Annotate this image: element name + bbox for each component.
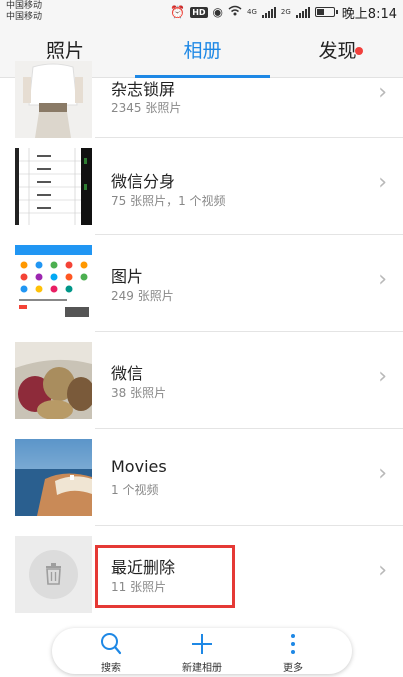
- album-title: 微信: [111, 364, 144, 383]
- album-item-movies[interactable]: Movies 1 个视频 ›: [0, 429, 403, 526]
- album-count: 75 张照片，1 个视频: [111, 194, 226, 208]
- network-type-1: 4G: [247, 8, 257, 16]
- signal-icon-2: [295, 6, 310, 18]
- album-title: 图片: [111, 267, 144, 286]
- more-vertical-icon: [291, 634, 295, 654]
- eye-icon: ◉: [212, 5, 224, 19]
- album-item-recently-deleted[interactable]: 最近删除 11 张照片 ›: [0, 526, 403, 623]
- status-bar: 中国移动 中国移动 ⏰ HD ◉ 4G 2G 晚上8:14: [0, 0, 403, 26]
- carrier-label-1: 中国移动: [6, 1, 43, 11]
- status-icons: ⏰ HD ◉ 4G 2G 晚上8:14: [170, 3, 397, 22]
- bottom-action-bar: 搜索 新建相册 更多: [52, 628, 352, 674]
- album-title: 杂志锁屏: [111, 80, 176, 99]
- more-button[interactable]: 更多: [258, 628, 328, 674]
- new-album-label: 新建相册: [182, 663, 222, 674]
- album-thumbnail: [15, 536, 92, 613]
- album-item-pictures[interactable]: 图片 249 张照片 ›: [0, 235, 403, 332]
- album-thumbnail: [15, 439, 92, 516]
- new-album-button[interactable]: 新建相册: [167, 628, 237, 674]
- album-count: 38 张照片: [111, 386, 167, 400]
- clock: 晚上8:14: [341, 6, 397, 22]
- battery-icon: [314, 7, 338, 17]
- album-list: 杂志锁屏 2345 张照片 › 微信分身 75 张照片，1 个视频 › 图片 2…: [0, 61, 403, 623]
- album-thumbnail: [15, 245, 92, 322]
- chevron-right-icon: ›: [378, 267, 387, 292]
- album-count: 2345 张照片: [111, 101, 182, 115]
- search-label: 搜索: [101, 663, 121, 674]
- network-type-2: 2G: [280, 8, 291, 16]
- album-count: 11 张照片: [111, 580, 167, 594]
- trash-icon: [29, 550, 78, 599]
- tab-discover[interactable]: 发现: [272, 26, 403, 78]
- notification-dot: [355, 47, 363, 55]
- wifi-icon: [228, 5, 242, 19]
- tab-albums[interactable]: 相册: [135, 26, 270, 78]
- album-count: 249 张照片: [111, 289, 174, 303]
- chevron-right-icon: ›: [378, 170, 387, 195]
- album-thumbnail: [15, 148, 92, 225]
- chevron-right-icon: ›: [378, 461, 387, 486]
- album-item-wechat[interactable]: 微信 38 张照片 ›: [0, 332, 403, 429]
- album-title: 微信分身: [111, 172, 176, 191]
- carrier-label-2: 中国移动: [6, 12, 43, 22]
- search-button[interactable]: 搜索: [76, 628, 146, 674]
- chevron-right-icon: ›: [378, 364, 387, 389]
- album-item-magazine[interactable]: 杂志锁屏 2345 张照片 ›: [0, 61, 403, 138]
- hd-badge: HD: [190, 6, 208, 18]
- chevron-right-icon: ›: [378, 80, 387, 105]
- signal-icon-1: [261, 6, 276, 18]
- plus-icon: [192, 634, 212, 654]
- album-thumbnail: [15, 342, 92, 419]
- alarm-icon: ⏰: [170, 5, 186, 19]
- search-icon: [101, 633, 122, 655]
- album-item-wechat-clone[interactable]: 微信分身 75 张照片，1 个视频 ›: [0, 138, 403, 235]
- chevron-right-icon: ›: [378, 558, 387, 583]
- album-title: Movies: [111, 457, 167, 476]
- album-title: 最近删除: [111, 558, 176, 577]
- album-thumbnail: [15, 61, 92, 138]
- more-label: 更多: [283, 663, 303, 674]
- album-count: 1 个视频: [111, 483, 159, 497]
